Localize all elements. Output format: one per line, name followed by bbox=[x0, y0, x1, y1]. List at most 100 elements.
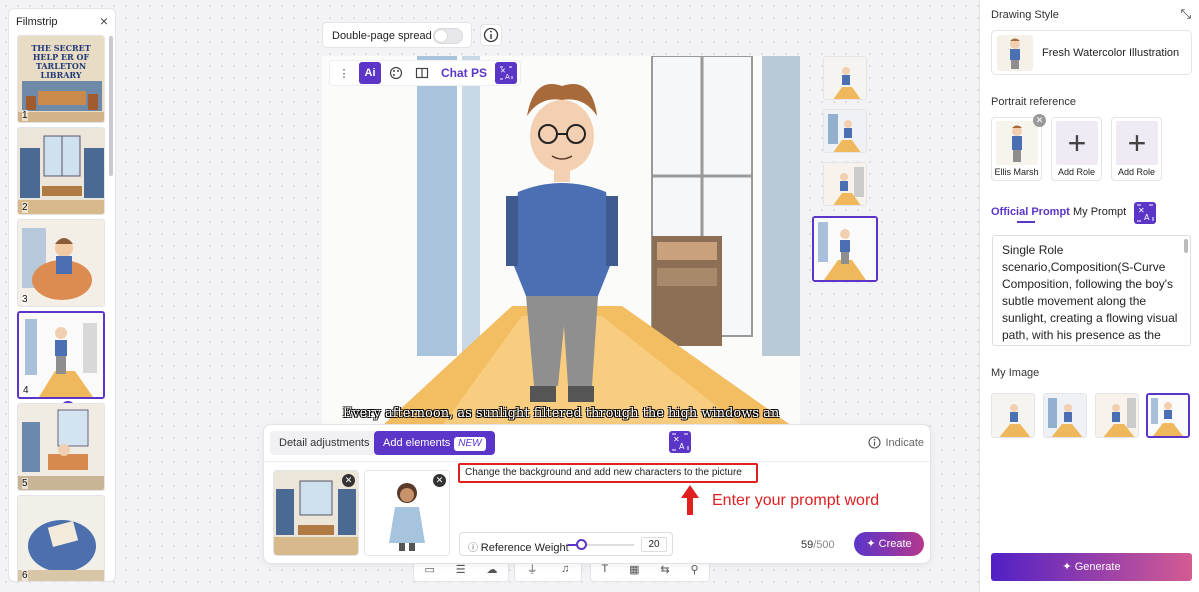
info-icon: ⓘ bbox=[468, 543, 481, 554]
official-prompt-textarea[interactable]: Single Role scenario,Composition(S-Curve… bbox=[992, 235, 1191, 346]
add-role-label: Add Role bbox=[1057, 167, 1096, 177]
my-image-1[interactable] bbox=[991, 393, 1035, 438]
page-thumbnail-6[interactable]: 6 bbox=[17, 495, 105, 581]
prompt-hint-text: Enter your prompt word bbox=[712, 492, 880, 509]
style-preview-image bbox=[997, 35, 1033, 71]
music-icon[interactable]: ♫ bbox=[561, 563, 569, 575]
active-tab-underline bbox=[1017, 221, 1035, 223]
character-count: 59/500 bbox=[801, 539, 835, 551]
svg-text:A: A bbox=[1144, 213, 1150, 222]
filmstrip-panel: Filmstrip × THE SECRET HELP ER OF TARLET… bbox=[8, 8, 116, 582]
add-role-button[interactable]: + Add Role bbox=[1111, 117, 1162, 181]
filmstrip-scrollbar[interactable] bbox=[109, 36, 113, 176]
generate-button[interactable]: ✦ Generate bbox=[991, 553, 1192, 581]
chat-ps-button[interactable]: Chat PS bbox=[437, 62, 491, 84]
image-toolbar: ⋮ Ai Chat PS ✕ A bbox=[329, 60, 522, 86]
my-image-title: My Image bbox=[991, 367, 1040, 379]
tab-add-elements-label: Add elements bbox=[383, 437, 451, 449]
boy-armchair-image bbox=[18, 220, 104, 306]
info-button[interactable] bbox=[480, 24, 502, 46]
create-button[interactable]: ✦ Create bbox=[854, 532, 924, 556]
more-options-icon[interactable]: ⋮ bbox=[333, 62, 355, 84]
ai-button[interactable]: Ai bbox=[359, 62, 381, 84]
svg-text:A: A bbox=[679, 442, 685, 451]
person-icon[interactable]: ⚲ bbox=[690, 563, 698, 576]
role-name: Ellis Marsh bbox=[994, 167, 1039, 177]
close-icon[interactable]: × bbox=[100, 13, 108, 29]
prompt-scrollbar[interactable] bbox=[1184, 239, 1188, 253]
reference-image-character[interactable]: ✕ bbox=[364, 470, 450, 556]
info-icon bbox=[868, 436, 882, 449]
sparkle-icon: ✦ bbox=[1062, 561, 1075, 573]
page-number: 4 bbox=[23, 385, 29, 396]
drawing-style-name: Fresh Watercolor Illustration bbox=[1042, 47, 1180, 59]
book-view-icon[interactable] bbox=[411, 62, 433, 84]
remove-reference-button[interactable]: ✕ bbox=[433, 474, 446, 487]
tab-detail-adjustments[interactable]: Detail adjustments bbox=[270, 431, 379, 455]
text-layout-icon[interactable]: ▭ bbox=[424, 563, 434, 576]
page-thumbnail-1[interactable]: THE SECRET HELP ER OF TARLETON LIBRARY 1 bbox=[17, 35, 105, 123]
variant-thumbnail-1[interactable] bbox=[823, 56, 867, 100]
right-settings-panel: Drawing Style ⤡ Fresh Watercolor Illustr… bbox=[979, 0, 1199, 592]
add-role-label: Add Role bbox=[1117, 167, 1156, 177]
reference-weight-value[interactable]: 20 bbox=[641, 537, 667, 552]
page-thumbnail-5[interactable]: 5 bbox=[17, 403, 105, 491]
variant-thumbnail-3[interactable] bbox=[823, 162, 867, 206]
page-thumbnail-4[interactable]: 4 bbox=[17, 311, 105, 399]
library-scene-image bbox=[18, 128, 104, 214]
translate-icon[interactable]: ✕ A bbox=[495, 62, 518, 84]
my-image-3[interactable] bbox=[1095, 393, 1139, 438]
cover-title: THE SECRET HELP ER OF TARLETON LIBRARY bbox=[31, 43, 91, 80]
page-number: 1 bbox=[22, 110, 28, 121]
tab-official-prompt[interactable]: Official Prompt bbox=[991, 206, 1070, 218]
boy-hallway-image bbox=[19, 313, 103, 397]
palette-icon[interactable] bbox=[385, 62, 407, 84]
boy-in-library-hallway-image bbox=[322, 56, 800, 426]
translate-icon[interactable]: ✕ A bbox=[669, 431, 691, 453]
drawing-style-title: Drawing Style bbox=[991, 9, 1059, 21]
align-icon[interactable]: ☰ bbox=[456, 563, 466, 576]
plus-icon: + bbox=[1056, 121, 1098, 165]
panel-divider bbox=[264, 461, 930, 462]
indicate-label: Indicate bbox=[885, 436, 924, 449]
blue-armchair-image bbox=[18, 496, 104, 581]
svg-text:A: A bbox=[505, 73, 510, 81]
text-icon[interactable]: T bbox=[601, 563, 608, 575]
variant-thumbnail-2[interactable] bbox=[823, 109, 867, 153]
tab-add-elements[interactable]: Add elements NEW bbox=[374, 431, 495, 455]
portrait-reference-title: Portrait reference bbox=[991, 96, 1076, 108]
main-illustration[interactable] bbox=[322, 56, 800, 426]
my-image-2[interactable] bbox=[1043, 393, 1087, 438]
sparkle-icon: ✦ bbox=[866, 538, 879, 550]
plus-icon: + bbox=[1116, 121, 1158, 165]
role-portrait-image bbox=[996, 121, 1038, 165]
page-thumbnail-2[interactable]: 2 bbox=[17, 127, 105, 215]
my-image-4[interactable] bbox=[1146, 393, 1190, 438]
role-card-ellis-marsh[interactable]: ✕ Ellis Marsh bbox=[991, 114, 1046, 181]
reference-image-background[interactable]: ✕ bbox=[273, 470, 359, 556]
drawing-style-card[interactable]: Fresh Watercolor Illustration bbox=[991, 30, 1192, 75]
character-count-value: 59 bbox=[801, 539, 814, 551]
reference-weight-label: ⓘ Reference Weight bbox=[468, 542, 569, 554]
remove-reference-button[interactable]: ✕ bbox=[342, 474, 355, 487]
new-badge: NEW bbox=[454, 437, 486, 451]
tab-my-prompt[interactable]: My Prompt bbox=[1073, 206, 1126, 218]
info-icon bbox=[483, 27, 499, 43]
indicate-button[interactable]: Indicate bbox=[868, 436, 924, 449]
collapse-icon[interactable]: ⤡ bbox=[1181, 6, 1191, 22]
double-page-spread-toggle[interactable] bbox=[433, 28, 463, 44]
translate-icon[interactable]: ✕ A bbox=[1134, 202, 1156, 224]
variant-thumbnail-4[interactable] bbox=[812, 216, 878, 282]
edit-panel: Detail adjustments Add elements NEW ✕ A In… bbox=[263, 424, 931, 564]
add-role-button[interactable]: + Add Role bbox=[1051, 117, 1102, 181]
swap-icon[interactable]: ⇆ bbox=[660, 563, 669, 576]
prompt-input[interactable]: Change the background and add new charac… bbox=[458, 463, 758, 483]
remove-role-button[interactable]: ✕ bbox=[1033, 114, 1046, 127]
grid-icon[interactable]: ▦ bbox=[629, 563, 639, 576]
cloud-icon[interactable]: ☁ bbox=[487, 563, 498, 576]
arrow-up-icon bbox=[681, 485, 699, 515]
page-caption: Every afternoon, as sunlight filtered th… bbox=[342, 406, 780, 421]
page-number: 3 bbox=[22, 294, 28, 305]
reference-weight-slider[interactable] bbox=[576, 539, 588, 550]
page-thumbnail-3[interactable]: 3 bbox=[17, 219, 105, 307]
